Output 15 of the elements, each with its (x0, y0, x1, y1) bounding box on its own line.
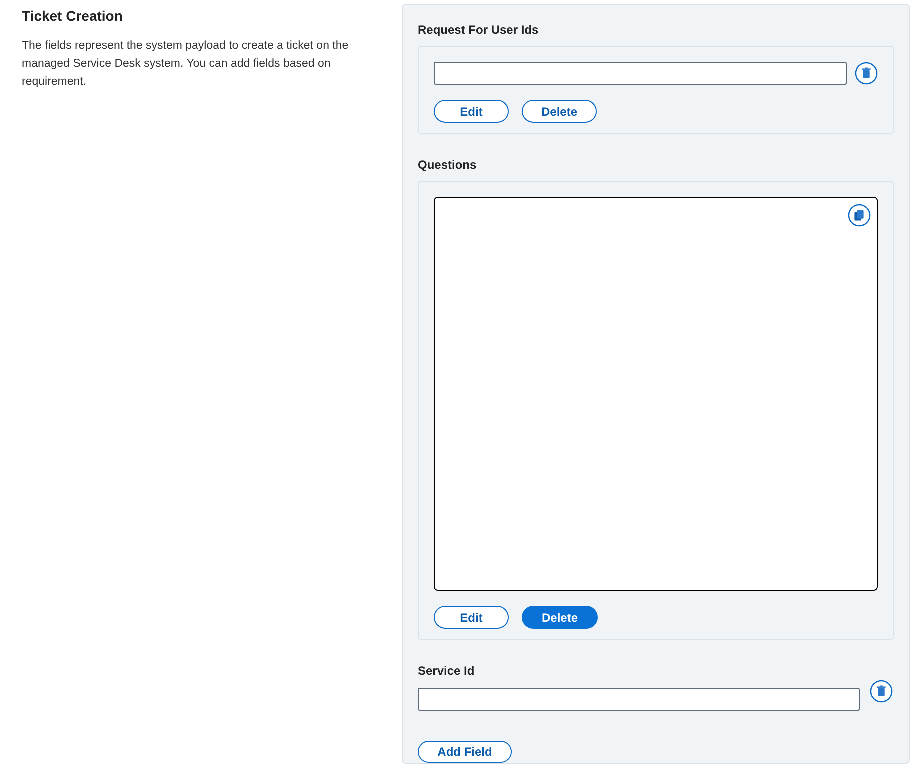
action-button[interactable]: Delete (522, 100, 597, 123)
trash-icon[interactable] (855, 62, 878, 85)
input-field[interactable] (418, 688, 860, 711)
action-button[interactable]: Delete (522, 606, 598, 629)
trash-icon[interactable] (870, 680, 893, 703)
action-button[interactable]: Edit (434, 100, 509, 123)
action-button[interactable]: Edit (434, 606, 509, 629)
input-field[interactable] (434, 62, 847, 85)
section-description: The fields represent the system payload to create a ticket on the managed Service Desk system. You can add fields based on requirement. (22, 39, 350, 90)
section-title: Ticket Creation (22, 7, 124, 26)
field-label: Service Id (418, 663, 476, 680)
copy-icon[interactable] (848, 204, 871, 227)
field-label: Questions (418, 157, 478, 174)
field-label: Request For User Ids (418, 22, 540, 39)
add-field-button[interactable]: Add Field (418, 741, 512, 763)
